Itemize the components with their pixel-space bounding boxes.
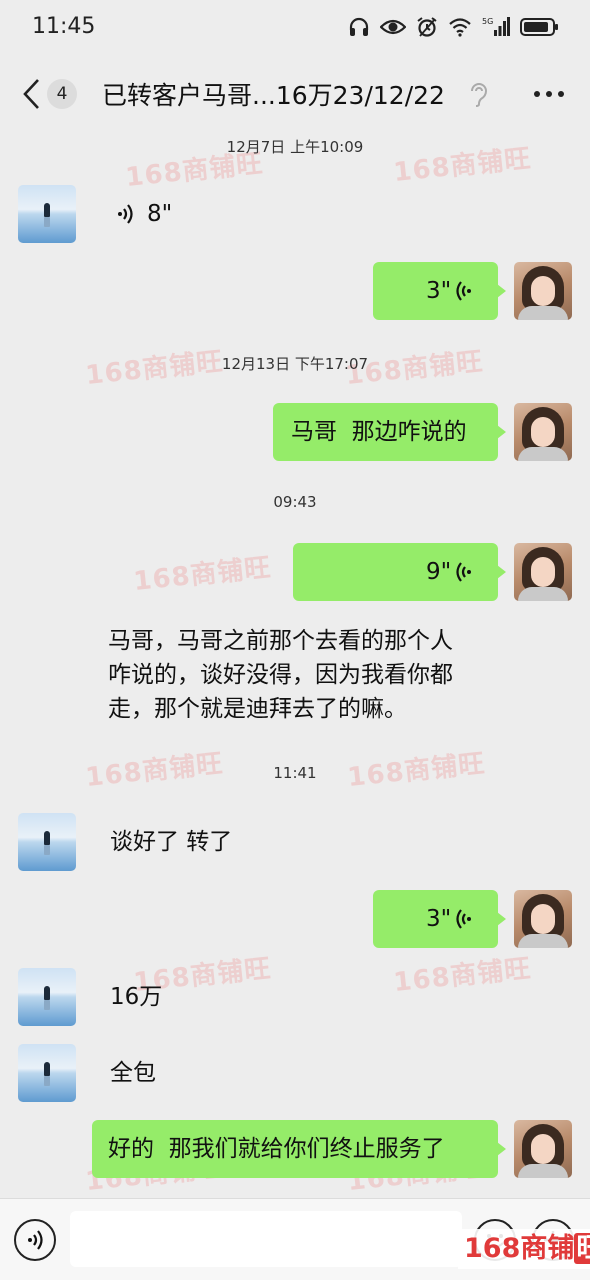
eye-icon (380, 17, 406, 37)
avatar[interactable] (514, 403, 572, 461)
avatar[interactable] (18, 1044, 76, 1102)
voice-message[interactable]: 3" (373, 890, 506, 948)
input-bar: 168商铺旺 (0, 1198, 590, 1280)
message-text: 谈好了 转了 (110, 829, 233, 855)
message-text: 16万 (110, 984, 163, 1010)
status-icons: 5G (348, 16, 560, 38)
avatar[interactable] (18, 813, 76, 871)
voice-wave-icon (453, 561, 473, 583)
status-bar: 11:45 5G (0, 0, 590, 58)
alarm-icon (416, 16, 438, 38)
text-message[interactable]: 好的 那我们就给你们终止服务了 (92, 1120, 506, 1178)
status-time: 11:45 (32, 14, 96, 39)
battery-icon (520, 17, 560, 37)
brand-logo-highlight: 旺 (574, 1233, 590, 1264)
brand-logo-text: 168商铺 (464, 1233, 575, 1264)
transcript-line: 走，那个就是迪拜去了的嘛。 (108, 696, 407, 722)
back-chevron-icon[interactable] (20, 76, 44, 112)
message-input[interactable] (70, 1211, 462, 1267)
text-message[interactable]: 全包 (92, 1044, 192, 1102)
timestamp: 12月13日 下午17:07 (221, 355, 369, 373)
text-message[interactable]: 谈好了 转了 (92, 813, 272, 871)
watermark: 168商铺旺 (392, 953, 533, 999)
brand-watermark-logo: 168商铺旺 (458, 1229, 590, 1269)
voice-duration: 8" (147, 201, 173, 227)
network-label: 5G (482, 17, 493, 26)
voice-wave-icon (453, 908, 473, 930)
voice-input-button[interactable] (14, 1219, 56, 1261)
message-text: 全包 (110, 1060, 156, 1086)
transcript-line: 咋说的，谈好没得，因为我看你都 (108, 662, 453, 688)
timestamp: 09:43 (273, 493, 317, 511)
avatar[interactable] (514, 262, 572, 320)
avatar[interactable] (514, 1120, 572, 1178)
voice-transcript: 马哥，马哥之前那个去看的那个人 咋说的，谈好没得，因为我看你都 走，那个就是迪拜… (108, 624, 508, 726)
wifi-icon (448, 17, 472, 37)
signal-icon: 5G (482, 16, 510, 38)
unread-count-badge[interactable]: 4 (47, 79, 77, 109)
text-message[interactable]: 马哥 那边咋说的 (273, 403, 506, 461)
voice-duration: 3" (426, 278, 452, 304)
avatar[interactable] (18, 185, 76, 243)
transcript-line: 马哥，马哥之前那个去看的那个人 (108, 628, 453, 654)
headphones-icon (348, 16, 370, 38)
voice-wave-icon (116, 203, 136, 225)
voice-message[interactable]: 8" (92, 185, 232, 243)
voice-duration: 3" (426, 906, 452, 932)
voice-wave-icon (28, 1230, 43, 1250)
chat-header: 4 已转客户马哥...16万23/12/22 (0, 58, 590, 130)
timestamp: 12月7日 上午10:09 (226, 138, 364, 156)
ear-icon (468, 80, 490, 108)
message-text: 马哥 那边咋说的 (291, 419, 467, 445)
voice-wave-icon (453, 280, 473, 302)
voice-duration: 9" (426, 559, 452, 585)
watermark: 168商铺旺 (132, 552, 273, 598)
message-list[interactable]: 168商铺旺 168商铺旺 168商铺旺 168商铺旺 168商铺旺 168商铺… (0, 130, 590, 1198)
avatar[interactable] (514, 543, 572, 601)
avatar[interactable] (514, 890, 572, 948)
chat-title: 已转客户马哥...16万23/12/22 (102, 81, 445, 110)
more-dots-icon[interactable] (532, 80, 566, 108)
text-message[interactable]: 16万 (92, 968, 192, 1026)
voice-message[interactable]: 3" (373, 262, 506, 320)
message-text: 好的 那我们就给你们终止服务了 (108, 1136, 445, 1162)
timestamp: 11:41 (273, 764, 317, 782)
voice-message[interactable]: 9" (293, 543, 506, 601)
avatar[interactable] (18, 968, 76, 1026)
